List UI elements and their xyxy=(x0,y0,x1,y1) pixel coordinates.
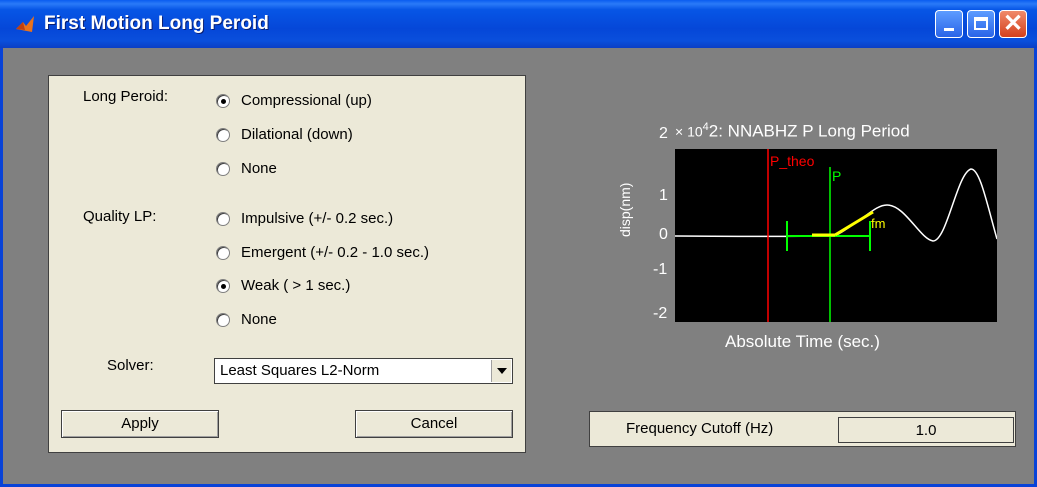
y-tick-0: 0 xyxy=(659,226,668,243)
minimize-icon xyxy=(944,28,954,31)
radio-circle[interactable] xyxy=(216,279,230,293)
window-title: First Motion Long Peroid xyxy=(44,13,269,34)
cancel-button[interactable]: Cancel xyxy=(355,410,513,438)
solver-value: Least Squares L2-Norm xyxy=(220,362,380,379)
plot-title: × 1042: NNABHZ P Long Period xyxy=(675,121,910,142)
solver-label: Solver: xyxy=(107,357,154,374)
matlab-icon xyxy=(16,16,34,32)
radio-circle[interactable] xyxy=(216,246,230,260)
radio-circle[interactable] xyxy=(216,94,230,108)
maximize-icon xyxy=(974,17,988,30)
radio-circle[interactable] xyxy=(216,162,230,176)
apply-button[interactable]: Apply xyxy=(61,410,219,438)
minimize-button[interactable] xyxy=(935,10,963,38)
quality-label: Quality LP: xyxy=(83,208,157,225)
y-tick-minus-1: -1 xyxy=(653,261,668,278)
radio-circle[interactable] xyxy=(216,128,230,142)
chevron-down-icon[interactable] xyxy=(491,360,511,382)
plot-title-text: 2: NNABHZ P Long Period xyxy=(708,121,910,141)
p-pick-label: P xyxy=(832,168,841,184)
close-icon: ✕ xyxy=(1003,10,1024,37)
title-bar[interactable]: First Motion Long Peroid ✕ xyxy=(0,0,1037,48)
theoretical-p-label: P_theo xyxy=(770,153,815,169)
dialog-window: First Motion Long Peroid ✕ Long Peroid: … xyxy=(0,0,1037,487)
frequency-cutoff-input[interactable]: 1.0 xyxy=(838,417,1014,443)
maximize-button[interactable] xyxy=(967,10,995,38)
close-button[interactable]: ✕ xyxy=(999,10,1027,38)
frequency-cutoff-label: Frequency Cutoff (Hz) xyxy=(626,420,774,437)
x-axis-label: Absolute Time (sec.) xyxy=(725,332,880,351)
long-period-label: Long Peroid: xyxy=(83,88,169,105)
frequency-cutoff-panel: Frequency Cutoff (Hz) 1.0 xyxy=(589,411,1016,447)
y-tick-minus-2: -2 xyxy=(653,305,668,322)
first-motion-label: fm xyxy=(871,216,885,231)
plot-scale-prefix: × 10 xyxy=(675,123,703,140)
options-panel: Long Peroid: Compressional (up) Dilation… xyxy=(48,75,526,453)
y-tick-2: 2 xyxy=(659,125,668,142)
radio-circle[interactable] xyxy=(216,313,230,327)
waveform-plot[interactable]: P_theo P fm xyxy=(675,149,997,322)
y-tick-1: 1 xyxy=(659,187,668,204)
radio-circle[interactable] xyxy=(216,212,230,226)
solver-select[interactable]: Least Squares L2-Norm xyxy=(214,358,513,384)
y-axis-label: disp(nm) xyxy=(617,182,633,237)
